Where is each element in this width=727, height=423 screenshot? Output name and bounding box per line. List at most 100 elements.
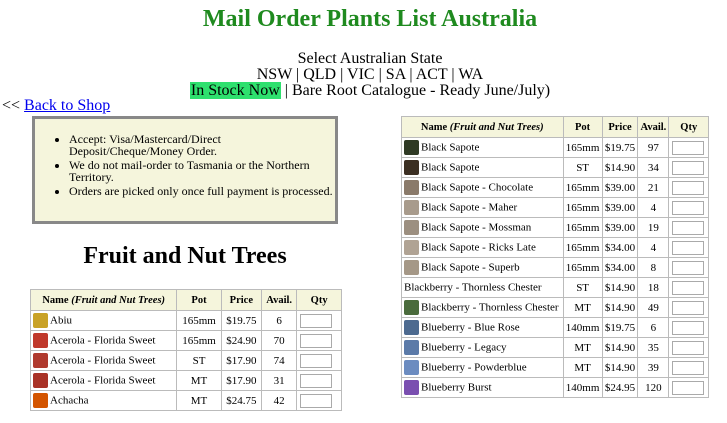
state-link-vic[interactable]: VIC xyxy=(347,66,375,83)
plant-name-cell: Blackberry - Thornless Chester xyxy=(401,277,564,298)
plant-name: Achacha xyxy=(50,394,89,407)
table-row: Black Sapote - Ricks Late 165mm $34.00 4 xyxy=(401,237,709,258)
plant-pot: 165mm xyxy=(562,137,603,158)
plant-thumbnail-icon[interactable] xyxy=(404,220,419,235)
quantity-input[interactable] xyxy=(300,373,333,388)
plant-name-cell: Black Sapote xyxy=(401,157,564,178)
quantity-input[interactable] xyxy=(672,300,705,315)
table-row: Abiu 165mm $19.75 6 xyxy=(29,310,342,331)
plant-thumbnail-icon[interactable] xyxy=(404,180,419,195)
back-arrows: << xyxy=(2,97,21,114)
plant-name: Black Sapote - Maher xyxy=(421,201,518,214)
plant-availability: 8 xyxy=(637,257,670,278)
plant-pot: 165mm xyxy=(562,237,603,258)
qty-cell xyxy=(668,257,709,278)
plant-price: $14.90 xyxy=(601,297,639,318)
quantity-input[interactable] xyxy=(672,180,705,195)
state-link-act[interactable]: ACT xyxy=(416,66,448,83)
plant-name: Blueberry - Powderblue xyxy=(421,361,527,374)
plant-name-cell: Blueberry - Legacy xyxy=(401,337,564,358)
table-row: Blueberry - Legacy MT $14.90 35 xyxy=(401,337,709,358)
quantity-input[interactable] xyxy=(300,333,333,348)
quantity-input[interactable] xyxy=(672,280,705,295)
plant-thumbnail-icon[interactable] xyxy=(404,380,419,395)
table-row: Acerola - Florida Sweet ST $17.90 74 xyxy=(29,350,342,371)
plant-thumbnail-icon[interactable] xyxy=(33,333,48,348)
plant-price: $14.90 xyxy=(601,157,639,178)
bare-root-catalogue-link[interactable]: Bare Root Catalogue - Ready June/July) xyxy=(292,82,550,99)
qty-cell xyxy=(296,330,342,351)
fruit-trees-table-left: Name (Fruit and Nut Trees) Pot Price Ava… xyxy=(29,289,342,411)
plant-thumbnail-icon[interactable] xyxy=(404,240,419,255)
plant-thumbnail-icon[interactable] xyxy=(404,340,419,355)
plant-thumbnail-icon[interactable] xyxy=(33,313,48,328)
plant-name: Acerola - Florida Sweet xyxy=(50,354,156,367)
state-links: NSW | QLD | VIC | SA | ACT | WA xyxy=(256,66,484,83)
plant-thumbnail-icon[interactable] xyxy=(404,360,419,375)
name-header: Name (Fruit and Nut Trees) xyxy=(401,116,564,138)
pot-header: Pot xyxy=(562,116,603,138)
plant-thumbnail-icon[interactable] xyxy=(33,373,48,388)
plant-thumbnail-icon[interactable] xyxy=(404,200,419,215)
quantity-input[interactable] xyxy=(672,360,705,375)
plant-pot: 165mm xyxy=(562,177,603,198)
plant-availability: 120 xyxy=(637,377,670,398)
plant-name: Acerola - Florida Sweet xyxy=(50,374,156,387)
quantity-input[interactable] xyxy=(672,200,705,215)
plant-availability: 74 xyxy=(261,350,298,371)
plant-pot: ST xyxy=(562,277,603,298)
price-header: Price xyxy=(220,289,263,311)
plant-pot: ST xyxy=(176,350,222,371)
state-link-qld[interactable]: QLD xyxy=(303,66,336,83)
plant-availability: 31 xyxy=(261,370,298,391)
table-row: Black Sapote - Chocolate 165mm $39.00 21 xyxy=(401,177,709,198)
quantity-input[interactable] xyxy=(672,380,705,395)
plant-name-cell: Blueberry Burst xyxy=(401,377,564,398)
plant-availability: 6 xyxy=(637,317,670,338)
plant-thumbnail-icon[interactable] xyxy=(404,320,419,335)
plant-availability: 21 xyxy=(637,177,670,198)
quantity-input[interactable] xyxy=(672,240,705,255)
plant-thumbnail-icon[interactable] xyxy=(33,393,48,408)
quantity-input[interactable] xyxy=(672,140,705,155)
qty-cell xyxy=(296,390,342,411)
quantity-input[interactable] xyxy=(300,353,333,368)
table-row: Blueberry Burst 140mm $24.95 120 xyxy=(401,377,709,398)
table-row: Black Sapote - Mossman 165mm $39.00 19 xyxy=(401,217,709,238)
plant-name-cell: Black Sapote xyxy=(401,137,564,158)
plant-price: $17.90 xyxy=(220,350,263,371)
quantity-input[interactable] xyxy=(672,160,705,175)
qty-cell xyxy=(296,370,342,391)
in-stock-link[interactable]: In Stock Now xyxy=(189,82,281,99)
plant-thumbnail-icon[interactable] xyxy=(404,140,419,155)
plant-thumbnail-icon[interactable] xyxy=(404,300,419,315)
plant-name: Blackberry - Thornless Chester xyxy=(404,281,542,294)
plant-price: $19.75 xyxy=(601,137,639,158)
quantity-input[interactable] xyxy=(300,393,333,408)
quantity-input[interactable] xyxy=(672,260,705,275)
back-to-shop-link[interactable]: Back to Shop xyxy=(24,97,110,114)
price-header: Price xyxy=(601,116,639,138)
plant-thumbnail-icon[interactable] xyxy=(33,353,48,368)
quantity-input[interactable] xyxy=(672,220,705,235)
quantity-input[interactable] xyxy=(672,320,705,335)
quantity-input[interactable] xyxy=(672,340,705,355)
plant-price: $14.90 xyxy=(601,337,639,358)
name-header: Name (Fruit and Nut Trees) xyxy=(29,289,178,311)
plant-name-cell: Blueberry - Blue Rose xyxy=(401,317,564,338)
plant-thumbnail-icon[interactable] xyxy=(404,260,419,275)
qty-cell xyxy=(668,277,709,298)
state-link-wa[interactable]: WA xyxy=(458,66,483,83)
table-row: Black Sapote - Superb 165mm $34.00 8 xyxy=(401,257,709,278)
state-link-nsw[interactable]: NSW xyxy=(257,66,292,83)
notice-item: Accept: Visa/Mastercard/Direct Deposit/C… xyxy=(69,133,335,157)
plant-pot: 165mm xyxy=(176,310,222,331)
plant-availability: 34 xyxy=(637,157,670,178)
fruit-trees-table-right: Name (Fruit and Nut Trees) Pot Price Ava… xyxy=(401,116,709,398)
plant-thumbnail-icon[interactable] xyxy=(404,160,419,175)
state-link-sa[interactable]: SA xyxy=(386,66,406,83)
quantity-input[interactable] xyxy=(300,313,333,328)
qty-cell xyxy=(668,377,709,398)
plant-price: $14.90 xyxy=(601,357,639,378)
plant-availability: 70 xyxy=(261,330,298,351)
